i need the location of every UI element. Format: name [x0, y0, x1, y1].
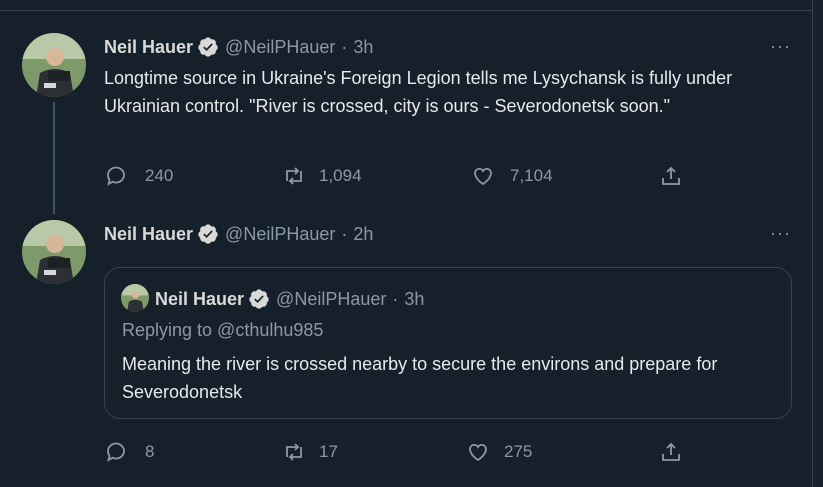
- author-name[interactable]: Neil Hauer: [104, 37, 193, 58]
- retweet-icon: [286, 443, 302, 461]
- retweet-count: 17: [319, 442, 338, 461]
- replying-to-label: Replying to @cthulhu985: [122, 320, 324, 340]
- tweet-header: Neil Hauer @NeilPHauer · 2h: [104, 223, 373, 245]
- like-count: 7,104: [510, 166, 553, 185]
- separator-dot: ·: [392, 288, 399, 309]
- reply-icon: [107, 442, 125, 462]
- avatar-photo: [22, 33, 86, 97]
- retweet-button[interactable]: 17: [282, 440, 338, 464]
- quoted-timestamp: 3h: [404, 288, 425, 309]
- author-handle[interactable]: @NeilPHauer: [225, 37, 335, 58]
- tweet-header: Neil Hauer @NeilPHauer · 3h: [104, 36, 373, 58]
- reply-count: 8: [145, 442, 155, 461]
- heart-icon: [474, 167, 492, 186]
- avatar[interactable]: [22, 220, 86, 284]
- share-button[interactable]: [659, 164, 683, 188]
- right-divider: [812, 0, 813, 487]
- share-icon: [662, 442, 680, 461]
- verified-badge-icon: [197, 223, 219, 245]
- verified-badge-icon: [248, 288, 270, 310]
- reply-count: 240: [145, 166, 174, 185]
- reply-icon: [107, 166, 125, 186]
- quoted-tweet-card[interactable]: Neil Hauer @NeilPHauer · 3h Replying to …: [104, 267, 792, 419]
- quoted-tweet-header: Neil Hauer @NeilPHauer · 3h: [155, 288, 424, 310]
- avatar[interactable]: [22, 33, 86, 97]
- verified-badge-icon: [197, 36, 219, 58]
- reply-button[interactable]: 240: [104, 164, 173, 188]
- more-options-icon[interactable]: ···: [770, 36, 791, 57]
- retweet-button[interactable]: 1,094: [282, 164, 362, 188]
- like-button[interactable]: 7,104: [471, 164, 553, 188]
- quoted-avatar: [121, 284, 149, 312]
- quoted-author-name: Neil Hauer: [155, 288, 245, 309]
- author-name[interactable]: Neil Hauer: [104, 224, 193, 245]
- top-divider: [0, 10, 812, 11]
- tweet-timestamp[interactable]: 2h: [353, 224, 373, 245]
- thread-connector-line: [53, 102, 55, 214]
- like-count: 275: [504, 442, 533, 461]
- more-options-icon[interactable]: ···: [770, 223, 791, 244]
- retweet-icon: [286, 167, 302, 185]
- avatar-photo: [22, 220, 86, 284]
- quoted-author-handle: @NeilPHauer: [276, 288, 387, 309]
- separator-dot: ·: [341, 223, 348, 244]
- share-icon: [662, 166, 680, 185]
- separator-dot: ·: [341, 36, 348, 57]
- reply-button[interactable]: 8: [104, 440, 154, 464]
- heart-icon: [469, 443, 487, 462]
- share-button[interactable]: [659, 440, 683, 464]
- tweet-timestamp[interactable]: 3h: [353, 37, 373, 58]
- tweet-text: Longtime source in Ukraine's Foreign Leg…: [104, 68, 733, 116]
- like-button[interactable]: 275: [466, 440, 532, 464]
- retweet-count: 1,094: [319, 166, 362, 185]
- author-handle[interactable]: @NeilPHauer: [225, 224, 335, 245]
- quoted-tweet-text: Meaning the river is crossed nearby to s…: [122, 354, 718, 402]
